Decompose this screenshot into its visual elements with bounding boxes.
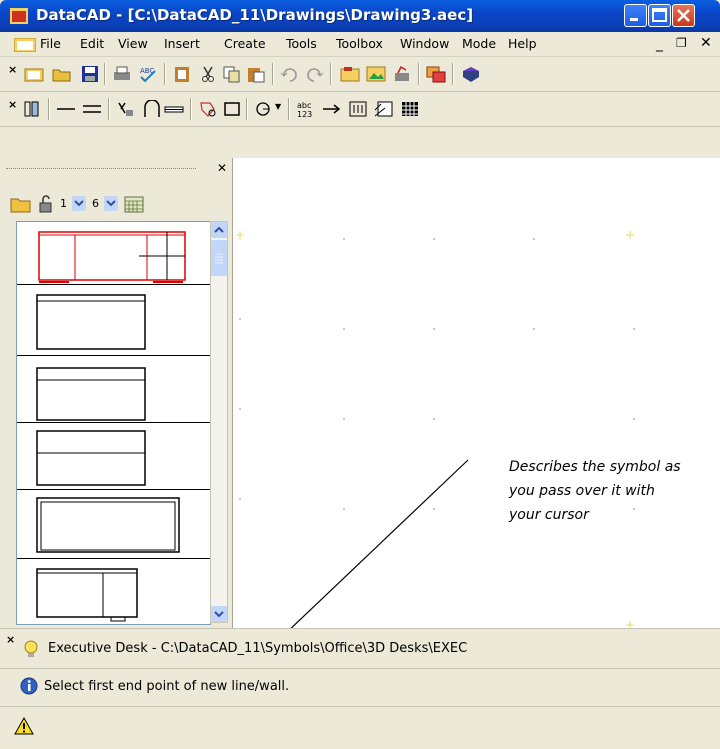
toolbar-grip-icon[interactable]: ×	[8, 98, 17, 111]
save-icon[interactable]	[80, 65, 100, 83]
desk-symbol-icon	[36, 568, 138, 622]
menu-view[interactable]: View	[118, 36, 148, 51]
layer-number-2: 6	[92, 197, 99, 210]
prompt-text: Select first end point of new line/wall.	[44, 679, 290, 694]
rectangle-tool-icon[interactable]	[222, 100, 242, 118]
panel-grip[interactable]	[6, 168, 196, 169]
folder-icon[interactable]	[10, 195, 32, 213]
dimension-tool-icon[interactable]	[348, 100, 368, 118]
menu-window[interactable]: Window	[400, 36, 449, 51]
standard-toolbar: × ABC	[0, 57, 720, 92]
lightbulb-icon	[24, 640, 38, 657]
menu-bar: File Edit View Insert Create Tools Toolb…	[0, 32, 720, 57]
symbol-item-desk-6[interactable]	[17, 559, 210, 624]
door-tool-icon[interactable]	[142, 100, 162, 118]
prompt-bar: Select first end point of new line/wall.	[0, 668, 720, 705]
copy-icon[interactable]	[222, 65, 242, 83]
arrow-tool-icon[interactable]	[322, 100, 342, 118]
desk-symbol-icon	[36, 294, 146, 350]
single-line-icon[interactable]	[56, 100, 76, 118]
mdi-minimize-icon[interactable]: _	[656, 36, 663, 52]
scroll-up-icon[interactable]	[211, 222, 227, 238]
menu-tools[interactable]: Tools	[286, 36, 317, 51]
annotation-leader-line	[290, 459, 469, 628]
cut-icon[interactable]	[198, 65, 218, 83]
panel-close-icon[interactable]: ✕	[217, 161, 227, 175]
mdi-close-icon[interactable]: ✕	[700, 35, 712, 51]
chevron-down-icon[interactable]: ▼	[275, 102, 281, 111]
menu-mode[interactable]: Mode	[462, 36, 496, 51]
mdi-restore-icon[interactable]: ❐	[676, 36, 687, 50]
grid-table-icon[interactable]	[400, 100, 420, 118]
layer-number: 1	[60, 197, 67, 210]
undo-icon[interactable]	[280, 65, 300, 83]
minimize-button[interactable]	[624, 4, 647, 27]
desk-symbol-icon	[36, 497, 180, 553]
symbol-item-desk-3[interactable]	[17, 356, 210, 423]
symbol-item-desk-2[interactable]	[17, 285, 210, 356]
document-icon[interactable]	[14, 38, 36, 52]
symbol-description: Executive Desk - C:\DataCAD_11\Symbols\O…	[48, 641, 468, 656]
symbol-list-scrollbar[interactable]	[210, 221, 228, 623]
chevron-down-icon[interactable]	[104, 196, 118, 211]
new-file-icon[interactable]	[24, 65, 44, 83]
chevron-down-icon[interactable]	[72, 196, 86, 211]
status-bar	[0, 706, 720, 749]
print-preview-icon[interactable]	[392, 65, 412, 83]
menu-create[interactable]: Create	[224, 36, 266, 51]
scroll-down-icon[interactable]	[211, 606, 227, 622]
circle-tool-icon[interactable]	[254, 100, 274, 118]
menu-edit[interactable]: Edit	[80, 36, 104, 51]
unlock-icon[interactable]	[38, 195, 54, 213]
help-book-icon[interactable]	[460, 65, 480, 83]
window-tool-icon[interactable]	[164, 100, 184, 118]
open-folder-icon[interactable]	[52, 65, 72, 83]
svg-text:123: 123	[297, 110, 312, 118]
symbol-item-executive-desk[interactable]	[17, 222, 210, 285]
polygon-tool-icon[interactable]	[198, 100, 218, 118]
text-tool-icon[interactable]: abc123	[296, 100, 316, 118]
menu-insert[interactable]: Insert	[164, 36, 200, 51]
annotation-callout: Describes the symbol as you pass over it…	[509, 459, 681, 523]
symbol-info-bar: × Executive Desk - C:\DataCAD_11\Symbols…	[0, 628, 720, 667]
desk-symbol-icon	[38, 231, 186, 283]
menu-file[interactable]: File	[40, 36, 61, 51]
redo-icon[interactable]	[304, 65, 324, 83]
drawing-toolbar: × ▼ abc 123	[0, 92, 720, 127]
cascade-windows-icon[interactable]	[426, 65, 446, 83]
close-button[interactable]	[672, 4, 695, 27]
menu-toolbox[interactable]: Toolbox	[336, 36, 383, 51]
window-title: DataCAD - [C:\DataCAD_11\Drawings\Drawin…	[36, 6, 474, 24]
spell-check-icon[interactable]: ABC	[138, 65, 158, 83]
layer-icon[interactable]	[340, 65, 360, 83]
paste-icon[interactable]	[246, 65, 266, 83]
symbol-list	[16, 221, 211, 625]
cutout-tool-icon[interactable]	[116, 100, 136, 118]
menu-help[interactable]: Help	[508, 36, 537, 51]
datacad-app-icon[interactable]	[10, 8, 28, 24]
calendar-icon[interactable]	[124, 195, 144, 213]
wall-tool-icon[interactable]	[22, 100, 42, 118]
clipboard-icon[interactable]	[172, 65, 192, 83]
desk-symbol-icon	[36, 367, 146, 421]
scroll-thumb[interactable]	[211, 240, 227, 276]
print-icon[interactable]	[112, 65, 132, 83]
title-bar: DataCAD - [C:\DataCAD_11\Drawings\Drawin…	[0, 0, 720, 32]
maximize-button[interactable]	[648, 4, 671, 27]
hatch-tool-icon[interactable]	[374, 100, 394, 118]
double-line-icon[interactable]	[82, 100, 102, 118]
info-icon	[20, 677, 38, 695]
svg-text:abc: abc	[297, 101, 311, 110]
symbol-item-desk-5[interactable]	[17, 490, 210, 559]
drawing-canvas[interactable]: + + +	[233, 158, 720, 632]
warning-icon	[14, 717, 34, 735]
bar-close-icon[interactable]: ×	[6, 633, 15, 646]
toolbar-grip-icon[interactable]: ×	[8, 63, 17, 76]
symbol-item-desk-4[interactable]	[17, 423, 210, 490]
image-icon[interactable]	[366, 65, 386, 83]
desk-symbol-icon	[36, 430, 146, 486]
